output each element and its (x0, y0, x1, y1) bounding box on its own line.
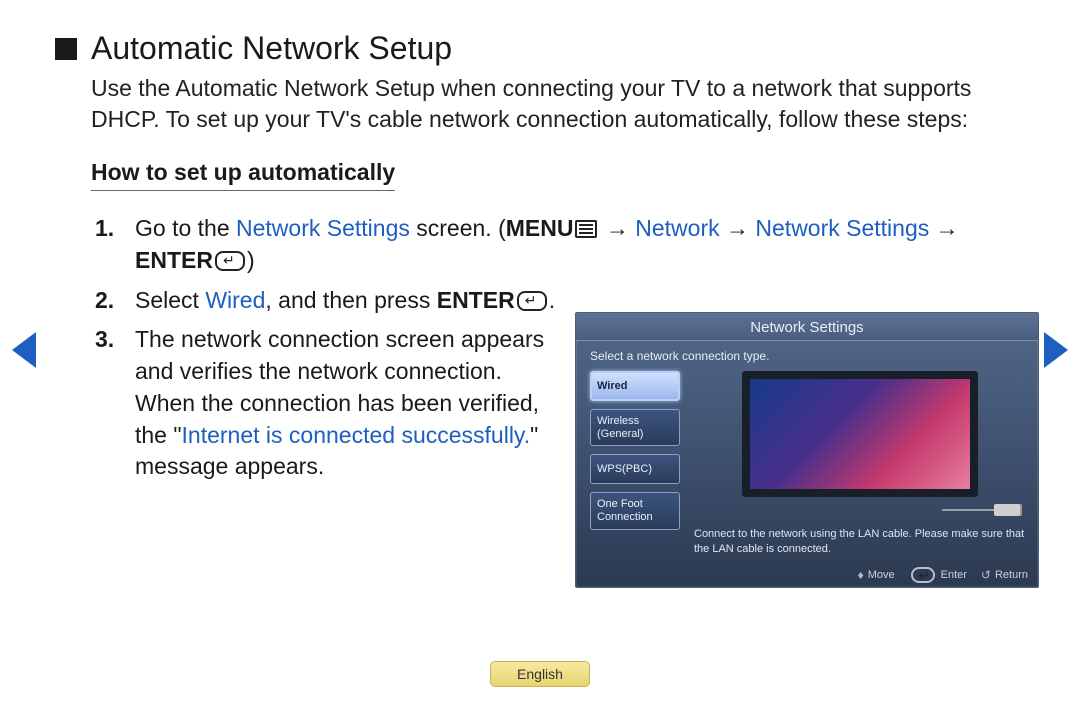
enter-icon (215, 251, 245, 271)
panel-title: Network Settings (576, 313, 1038, 341)
prev-page-arrow[interactable] (12, 332, 36, 368)
lan-cable-illustration (942, 501, 1022, 519)
step2-text2: , and then press (265, 287, 436, 313)
panel-footer-hints: ♦ Move Enter ↺ Return (858, 567, 1028, 583)
enter-icon (517, 291, 547, 311)
hint-return: ↺ Return (981, 568, 1028, 582)
updown-icon: ♦ (858, 568, 864, 582)
hint-move: ♦ Move (858, 568, 895, 582)
step-2: Select Wired, and then press ENTER. (91, 285, 565, 317)
enter-icon (911, 567, 935, 583)
square-bullet-icon (55, 38, 77, 60)
step1-link-network-settings2: Network Settings (755, 215, 929, 241)
step1-menu-label: MENU (506, 215, 574, 241)
intro-text: Use the Automatic Network Setup when con… (91, 73, 1011, 135)
step2-enter-label: ENTER (437, 287, 515, 313)
step-1: Go to the Network Settings screen. (MENU… (91, 213, 1025, 276)
page-title: Automatic Network Setup (91, 30, 452, 67)
network-settings-panel: Network Settings Select a network connec… (575, 312, 1039, 588)
arrow2: → (720, 215, 756, 241)
step1-link-network: Network (635, 215, 719, 241)
step2-wired: Wired (205, 287, 265, 313)
panel-description: Connect to the network using the LAN cab… (694, 527, 1026, 557)
step-3: The network connection screen appears an… (91, 324, 565, 483)
option-one-foot-connection[interactable]: One Foot Connection (590, 492, 680, 529)
step2-text3: . (549, 287, 555, 313)
howto-heading: How to set up automatically (91, 159, 395, 191)
step1-close: ) (247, 247, 255, 273)
step2-text1: Select (135, 287, 205, 313)
panel-subtitle: Select a network connection type. (576, 341, 1038, 365)
step1-link-network-settings: Network Settings (236, 215, 410, 241)
option-wps-pbc[interactable]: WPS(PBC) (590, 454, 680, 484)
arrow1: → (599, 215, 635, 241)
option-wired[interactable]: Wired (590, 371, 680, 401)
hint-move-label: Move (868, 569, 895, 581)
step3-success-msg: Internet is connected successfully. (182, 422, 531, 448)
option-wireless-general[interactable]: Wireless (General) (590, 409, 680, 446)
hint-enter: Enter (909, 567, 967, 583)
menu-icon (575, 220, 597, 238)
language-indicator[interactable]: English (490, 661, 590, 687)
hint-return-label: Return (995, 569, 1028, 581)
step1-text1: Go to the (135, 215, 236, 241)
step1-enter-label: ENTER (135, 247, 213, 273)
next-page-arrow[interactable] (1044, 332, 1068, 368)
hint-enter-label: Enter (941, 569, 967, 581)
tv-illustration (742, 371, 978, 497)
connection-type-list: Wired Wireless (General) WPS(PBC) One Fo… (590, 371, 680, 557)
return-icon: ↺ (981, 568, 991, 582)
arrow3: → (929, 215, 958, 241)
step1-text2: screen. ( (410, 215, 506, 241)
